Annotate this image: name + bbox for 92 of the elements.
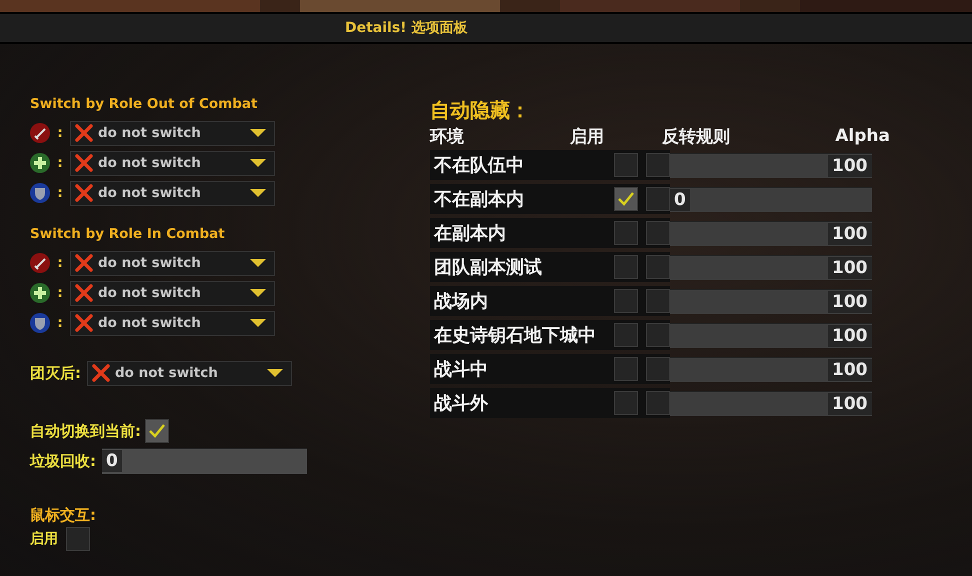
close-icon — [75, 254, 93, 272]
slider-thumb[interactable]: 100 — [828, 154, 872, 176]
checkmark-icon — [617, 191, 635, 207]
row-label: 战斗中 — [434, 358, 488, 381]
slider-thumb[interactable]: 0 — [102, 450, 122, 472]
alpha-slider[interactable]: 100 — [670, 220, 872, 246]
slider-thumb[interactable]: 100 — [828, 256, 872, 278]
invert-checkbox[interactable] — [646, 153, 670, 177]
enable-checkbox[interactable] — [66, 527, 90, 551]
invert-checkbox[interactable] — [646, 357, 670, 381]
enable-checkbox[interactable] — [614, 255, 638, 279]
caret-icon — [267, 369, 283, 377]
colon-label: : — [56, 125, 64, 141]
invert-checkbox[interactable] — [646, 323, 670, 347]
row-label: 不在副本内 — [434, 188, 524, 211]
role-dropdown[interactable]: do not switch — [70, 120, 275, 146]
enable-checkbox[interactable] — [614, 187, 638, 211]
role-dropdown[interactable]: do not switch — [70, 310, 275, 336]
alpha-slider[interactable]: 100 — [670, 322, 872, 348]
enable-label: 启用 — [30, 530, 58, 548]
colon-label: : — [56, 155, 64, 171]
alpha-slider[interactable]: 100 — [670, 254, 872, 280]
role-dropdown[interactable]: do not switch — [70, 180, 275, 206]
column-header: 反转规则 — [660, 126, 731, 148]
close-icon — [75, 124, 93, 142]
sword-icon — [30, 253, 50, 273]
window-title: Details! 选项面板 — [345, 19, 468, 37]
sword-icon — [30, 123, 50, 143]
role-dropdown[interactable]: do not switch — [70, 250, 275, 276]
caret-icon — [250, 189, 266, 197]
alpha-slider[interactable]: 100 — [670, 356, 872, 382]
wipe-dropdown[interactable]: do not switch — [87, 360, 292, 386]
slider-thumb[interactable]: 100 — [828, 392, 872, 414]
invert-checkbox[interactable] — [646, 289, 670, 313]
role-dropdown[interactable]: do not switch — [70, 150, 275, 176]
alpha-slider[interactable]: 100 — [670, 288, 872, 314]
section-heading: 自动隐藏： — [430, 97, 531, 124]
close-icon — [75, 314, 93, 332]
garbage-label: 垃圾回收: — [30, 452, 96, 470]
row-label: 团队副本测试 — [434, 256, 542, 279]
caret-icon — [250, 129, 266, 137]
enable-checkbox[interactable] — [614, 221, 638, 245]
invert-checkbox[interactable] — [646, 187, 670, 211]
wipe-label: 团灭后: — [30, 364, 81, 382]
enable-checkbox[interactable] — [614, 289, 638, 313]
row-label: 在史诗钥石地下城中 — [434, 324, 596, 347]
enable-checkbox[interactable] — [614, 357, 638, 381]
colon-label: : — [56, 285, 64, 301]
colon-label: : — [56, 185, 64, 201]
plus-icon — [30, 283, 50, 303]
enable-checkbox[interactable] — [614, 391, 638, 415]
invert-checkbox[interactable] — [646, 391, 670, 415]
invert-checkbox[interactable] — [646, 255, 670, 279]
close-icon — [92, 364, 110, 382]
row-label: 战场内 — [434, 290, 488, 313]
invert-checkbox[interactable] — [646, 221, 670, 245]
shield-icon — [30, 183, 50, 203]
alpha-slider[interactable]: 100 — [670, 390, 872, 416]
garbage-slider[interactable]: 0 — [102, 448, 307, 474]
alpha-slider[interactable]: 0 — [670, 186, 872, 212]
plus-icon — [30, 153, 50, 173]
section-heading: 鼠标交互: — [30, 506, 97, 525]
role-dropdown[interactable]: do not switch — [70, 280, 275, 306]
slider-thumb[interactable]: 0 — [670, 188, 690, 210]
checkmark-icon — [148, 423, 166, 439]
colon-label: : — [56, 255, 64, 271]
close-icon — [75, 154, 93, 172]
column-header: 环境 — [430, 126, 465, 148]
slider-thumb[interactable]: 100 — [828, 358, 872, 380]
row-label: 战斗外 — [434, 392, 488, 415]
caret-icon — [250, 289, 266, 297]
close-icon — [75, 184, 93, 202]
auto-switch-checkbox[interactable] — [145, 419, 169, 443]
shield-icon — [30, 313, 50, 333]
column-header: Alpha — [834, 126, 890, 146]
column-header: 启用 — [570, 126, 605, 148]
enable-checkbox[interactable] — [614, 153, 638, 177]
slider-thumb[interactable]: 100 — [828, 290, 872, 312]
slider-thumb[interactable]: 100 — [828, 222, 872, 244]
caret-icon — [250, 259, 266, 267]
caret-icon — [250, 319, 266, 327]
slider-thumb[interactable]: 100 — [828, 324, 872, 346]
section-heading: Switch by Role Out of Combat — [30, 96, 258, 112]
row-label: 不在队伍中 — [434, 154, 524, 177]
row-label: 在副本内 — [434, 222, 506, 245]
alpha-slider[interactable]: 100 — [670, 152, 872, 178]
section-heading: Switch by Role In Combat — [30, 226, 226, 242]
close-icon — [75, 284, 93, 302]
caret-icon — [250, 159, 266, 167]
enable-checkbox[interactable] — [614, 323, 638, 347]
colon-label: : — [56, 315, 64, 331]
auto-switch-label: 自动切换到当前: — [30, 422, 141, 440]
